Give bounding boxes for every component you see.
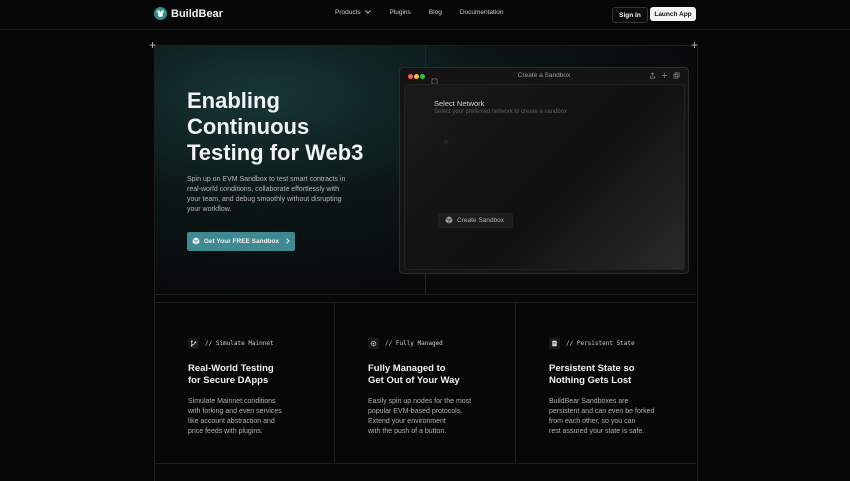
- hero-title-line: Testing for Web3: [187, 140, 364, 165]
- cube-icon: [445, 215, 453, 226]
- feature-desc-line: Simulate Mainnet conditions: [188, 398, 276, 405]
- feature-title-line: Nothing Gets Lost: [549, 375, 632, 386]
- feature-title: Real-World Testing for Secure DApps: [188, 363, 338, 387]
- nav-products-label: Products: [335, 9, 361, 16]
- feature-desc-line: rest assured your state is safe.: [549, 428, 645, 435]
- feature-desc-line: persistent and can even be forked: [549, 408, 655, 415]
- nav-documentation[interactable]: Documentation: [460, 9, 504, 16]
- feature-title-line: Persistent State so: [549, 363, 635, 374]
- feature-description: Easily spin up nodes for the most popula…: [368, 397, 518, 437]
- cta-label: Get Your FREE Sandbox: [203, 238, 280, 245]
- brand-logo[interactable]: BuildBear: [154, 7, 223, 20]
- copy-icon: [673, 72, 680, 81]
- feature-fully-managed: // Fully Managed Fully Managed to Get Ou…: [368, 338, 518, 437]
- window-actions: [649, 72, 680, 81]
- sign-in-button[interactable]: Sign In: [612, 7, 648, 23]
- nav-products[interactable]: Products: [335, 9, 372, 16]
- chevron-down-icon: [365, 9, 372, 16]
- window-title: Create a Sandbox: [517, 72, 571, 79]
- feature-title: Fully Managed to Get Out of Your Way: [368, 363, 518, 387]
- feature-tag: // Fully Managed: [385, 340, 443, 347]
- share-icon: [649, 72, 656, 81]
- top-navigation-bar: BuildBear Products Plugins Blog Document…: [0, 0, 850, 30]
- get-free-sandbox-button[interactable]: Get Your FREE Sandbox: [187, 232, 295, 251]
- feature-desc-line: from each other, so you can: [549, 418, 636, 425]
- feature-desc-line: price feeds with plugins.: [188, 428, 263, 435]
- create-sandbox-label: Create Sandbox: [457, 217, 504, 224]
- feature-title-line: Fully Managed to: [368, 363, 446, 374]
- bear-logo-icon: [154, 7, 167, 20]
- feature-desc-line: Easily spin up nodes for the most: [368, 398, 472, 405]
- feature-desc-line: like account abstraction and: [188, 418, 275, 425]
- nav-blog[interactable]: Blog: [429, 9, 442, 16]
- feature-desc-line: popular EVM-based protocols.: [368, 408, 463, 415]
- document-icon: [549, 338, 560, 349]
- cube-icon: [192, 236, 200, 247]
- hero-description: Spin up on EVM Sandbox to test smart con…: [187, 176, 346, 213]
- network-placeholder-icon: [443, 132, 449, 150]
- feature-title-line: for Secure DApps: [188, 375, 269, 386]
- feature-tag: // Simulate Mainnet: [205, 340, 274, 347]
- create-sandbox-button[interactable]: Create Sandbox: [438, 213, 513, 228]
- feature-desc-line: Extend your environment: [368, 418, 446, 425]
- add-tab-icon: [661, 72, 668, 81]
- hero-title-line: Continuous: [187, 114, 310, 139]
- hero-title: Enabling Continuous Testing for Web3: [187, 88, 387, 166]
- feature-simulate-mainnet: // Simulate Mainnet Real-World Testing f…: [188, 338, 338, 437]
- sandbox-form-panel: Select Network Select your preferred net…: [404, 84, 685, 270]
- brand-name: BuildBear: [171, 7, 223, 20]
- feature-tag: // Persistent State: [566, 340, 635, 347]
- git-branch-icon: [188, 338, 199, 349]
- select-network-subtitle: Select your preferred network to create …: [434, 109, 568, 115]
- feature-description: Simulate Mainnet conditions with forking…: [188, 397, 338, 437]
- hero-title-line: Enabling: [187, 88, 280, 113]
- sandbox-window: Create a Sandbox Select Network Select y…: [399, 67, 689, 274]
- feature-desc-line: BuildBear Sandboxes are: [549, 398, 629, 405]
- chevron-right-icon: [286, 237, 290, 246]
- gear-icon: [368, 338, 379, 349]
- feature-title: Persistent State so Nothing Gets Lost: [549, 363, 699, 387]
- feature-description: BuildBear Sandboxes are persistent and c…: [549, 397, 699, 437]
- feature-title-line: Get Out of Your Way: [368, 375, 460, 386]
- main-nav: Products Plugins Blog Documentation: [335, 9, 504, 16]
- feature-title-line: Real-World Testing: [188, 363, 274, 374]
- select-network-title: Select Network: [434, 99, 485, 108]
- feature-desc-line: with forking and even services: [188, 408, 282, 415]
- feature-desc-line: with the push of a button.: [368, 428, 447, 435]
- nav-plugins[interactable]: Plugins: [389, 9, 410, 16]
- launch-app-button[interactable]: Launch App: [650, 7, 696, 21]
- plus-corner-icon: +: [149, 38, 157, 52]
- feature-persistent-state: // Persistent State Persistent State so …: [549, 338, 699, 437]
- plus-corner-icon: +: [691, 38, 699, 52]
